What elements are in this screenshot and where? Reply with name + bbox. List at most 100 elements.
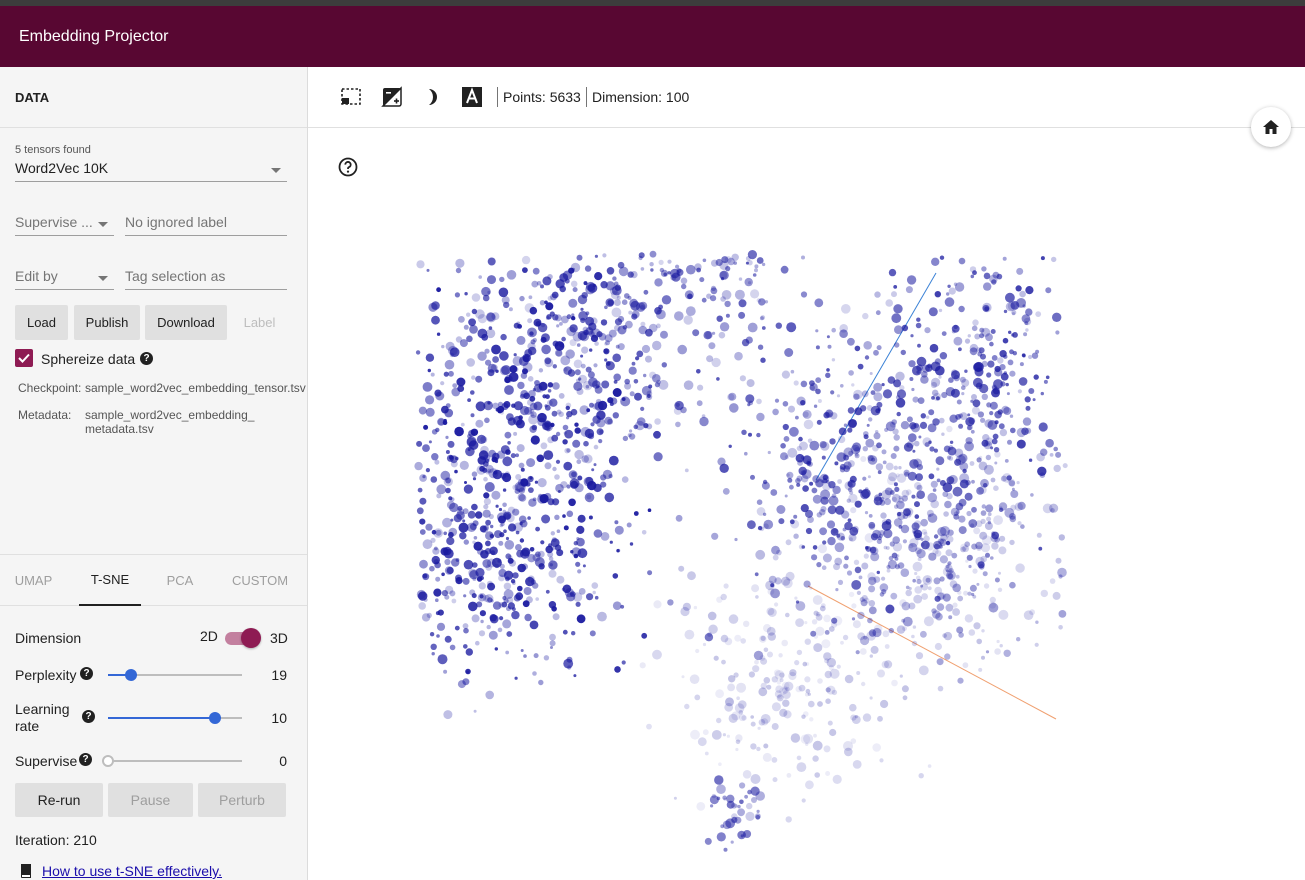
embedding-point[interactable] (561, 336, 566, 342)
embedding-point[interactable] (997, 587, 1003, 592)
embedding-point[interactable] (570, 408, 578, 416)
embedding-point[interactable] (900, 568, 910, 577)
embedding-point[interactable] (505, 650, 510, 655)
embedding-point[interactable] (1009, 581, 1016, 589)
embedding-point[interactable] (790, 519, 800, 529)
embedding-point[interactable] (552, 382, 560, 390)
embedding-point[interactable] (489, 533, 495, 539)
embedding-point[interactable] (586, 408, 591, 413)
embedding-point[interactable] (538, 368, 544, 373)
embedding-point[interactable] (951, 369, 958, 376)
embedding-point[interactable] (607, 397, 614, 404)
embedding-point[interactable] (733, 672, 739, 678)
embedding-point[interactable] (960, 543, 968, 551)
embedding-point[interactable] (421, 613, 431, 622)
embedding-point[interactable] (868, 606, 877, 615)
embedding-point[interactable] (761, 326, 766, 330)
embedding-point[interactable] (516, 549, 524, 558)
embedding-point[interactable] (734, 289, 745, 300)
embedding-point[interactable] (516, 444, 525, 453)
embedding-point[interactable] (789, 484, 794, 490)
embedding-point[interactable] (423, 424, 429, 430)
embedding-point[interactable] (978, 667, 983, 672)
embedding-point[interactable] (924, 327, 931, 334)
embedding-point[interactable] (675, 264, 680, 269)
embedding-point[interactable] (785, 612, 790, 618)
embedding-point[interactable] (613, 299, 621, 306)
embedding-point[interactable] (815, 345, 820, 350)
help-icon[interactable]: ? (140, 352, 153, 365)
embedding-point[interactable] (562, 629, 568, 635)
embedding-point[interactable] (881, 576, 886, 581)
embedding-point[interactable] (692, 329, 700, 337)
embedding-point[interactable] (436, 484, 447, 495)
embedding-point[interactable] (961, 392, 965, 396)
embedding-point[interactable] (798, 436, 803, 442)
embedding-point[interactable] (476, 601, 483, 608)
embedding-point[interactable] (721, 659, 726, 665)
embedding-point[interactable] (781, 370, 790, 379)
embedding-point[interactable] (582, 564, 586, 568)
embedding-point[interactable] (936, 467, 940, 471)
embedding-point[interactable] (1055, 451, 1062, 458)
embedding-point[interactable] (983, 583, 990, 589)
embedding-point[interactable] (1052, 591, 1061, 600)
embedding-point[interactable] (697, 384, 704, 391)
embedding-point[interactable] (783, 578, 793, 589)
embedding-point[interactable] (581, 292, 588, 299)
embedding-point[interactable] (486, 624, 491, 630)
embedding-point[interactable] (576, 537, 580, 541)
tab-tsne[interactable]: T-SNE (79, 555, 141, 606)
embedding-point[interactable] (760, 682, 767, 690)
embedding-point[interactable] (702, 642, 707, 647)
embedding-point[interactable] (436, 622, 446, 631)
embedding-point[interactable] (498, 287, 509, 298)
embedding-point[interactable] (485, 519, 491, 526)
embedding-point[interactable] (535, 597, 539, 601)
embedding-point[interactable] (544, 358, 554, 368)
embedding-point[interactable] (473, 536, 478, 540)
embedding-point[interactable] (778, 653, 783, 658)
embedding-point[interactable] (912, 449, 916, 453)
embedding-point[interactable] (488, 326, 493, 330)
embedding-point[interactable] (782, 699, 790, 707)
embedding-point[interactable] (1015, 285, 1022, 292)
embedding-point[interactable] (518, 515, 527, 524)
embedding-point[interactable] (862, 476, 867, 481)
embedding-point[interactable] (994, 410, 1002, 419)
embedding-point[interactable] (934, 586, 943, 595)
embedding-point[interactable] (827, 536, 836, 546)
embedding-point[interactable] (829, 438, 836, 445)
embedding-point[interactable] (880, 699, 889, 709)
embedding-point[interactable] (728, 614, 739, 624)
embedding-point[interactable] (742, 770, 752, 779)
embedding-point[interactable] (684, 703, 690, 710)
embedding-point[interactable] (981, 655, 985, 660)
embedding-point[interactable] (723, 797, 727, 801)
embedding-point[interactable] (891, 679, 898, 687)
embedding-point[interactable] (574, 369, 581, 376)
embedding-point[interactable] (927, 764, 932, 768)
embedding-point[interactable] (805, 688, 811, 694)
embedding-point[interactable] (481, 333, 489, 341)
embedding-point[interactable] (558, 411, 564, 418)
embedding-point[interactable] (927, 492, 938, 503)
embedding-point[interactable] (920, 630, 927, 638)
embedding-point[interactable] (885, 518, 892, 525)
embedding-point[interactable] (504, 431, 512, 439)
embedding-point[interactable] (478, 630, 486, 637)
embedding-point[interactable] (933, 540, 942, 550)
embedding-point[interactable] (602, 469, 613, 480)
embedding-point[interactable] (1035, 620, 1039, 624)
embedding-point[interactable] (604, 492, 615, 503)
embedding-point[interactable] (1028, 458, 1033, 462)
embedding-point[interactable] (804, 676, 811, 683)
embedding-point[interactable] (897, 511, 906, 520)
embedding-point[interactable] (972, 270, 977, 276)
embedding-point[interactable] (475, 419, 484, 428)
embedding-point[interactable] (796, 649, 803, 656)
embedding-point[interactable] (631, 313, 638, 320)
supervise-slider[interactable] (108, 760, 242, 762)
embedding-point[interactable] (794, 596, 798, 600)
embedding-point[interactable] (894, 564, 901, 570)
